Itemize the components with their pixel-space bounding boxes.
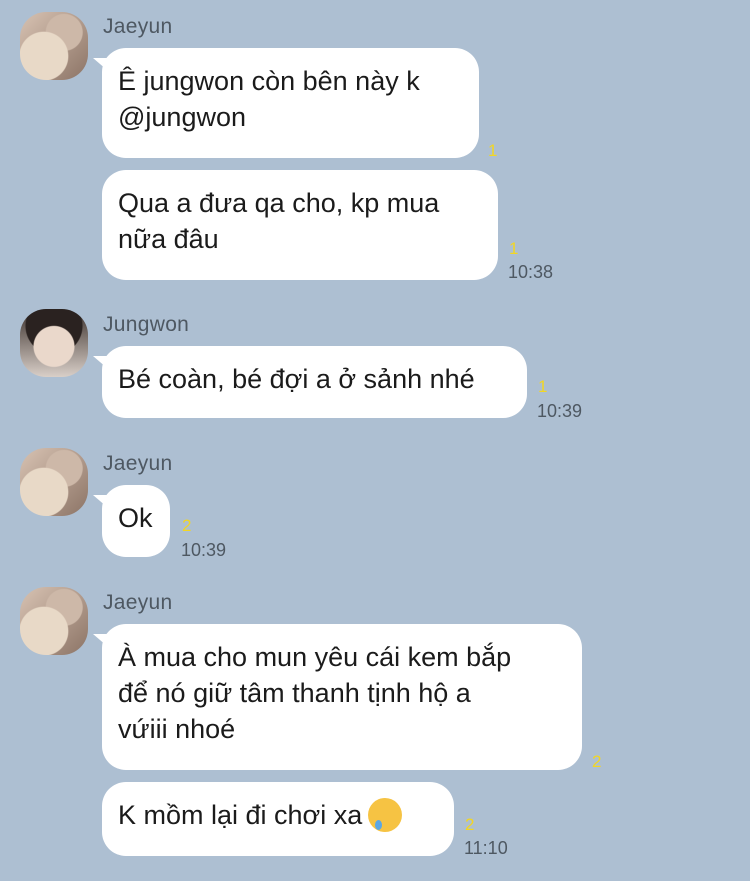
read-count: 1 — [488, 141, 498, 160]
message-bubble[interactable]: K mồm lại đi chơi xa — [102, 782, 454, 856]
message-line: Ê jungwon còn bên này k — [118, 66, 420, 96]
read-count: 2 — [182, 516, 192, 535]
read-count: 2 — [465, 815, 475, 834]
timestamp: 10:39 — [537, 401, 583, 421]
message-line: vứiii nhoé — [118, 714, 236, 744]
sender-name: Jaeyun — [103, 591, 173, 614]
timestamp: 11:10 — [464, 838, 508, 858]
avatar[interactable] — [20, 448, 88, 516]
message-line: Bé coàn, bé đợi a ở sảnh nhé — [118, 364, 475, 394]
read-count: 1 — [538, 377, 548, 396]
avatar[interactable] — [20, 309, 88, 377]
sender-name: Jaeyun — [103, 15, 173, 38]
avatar[interactable] — [20, 12, 88, 80]
read-count: 1 — [509, 239, 519, 258]
timestamp: 10:38 — [508, 262, 554, 282]
message-bubble[interactable]: Bé coàn, bé đợi a ở sảnh nhé — [93, 346, 527, 418]
message-bubble[interactable]: À mua cho mun yêu cái kem bắp để nó giữ … — [93, 624, 582, 770]
message-line: À mua cho mun yêu cái kem bắp — [118, 642, 512, 672]
message-line: nữa đâu — [118, 224, 219, 254]
message-bubble[interactable]: Ê jungwon còn bên này k @jungwon — [93, 48, 479, 158]
read-count: 2 — [592, 752, 602, 771]
sender-name: Jaeyun — [103, 452, 173, 475]
timestamp: 10:39 — [181, 540, 227, 560]
message-bubble[interactable]: Qua a đưa qa cho, kp mua nữa đâu — [102, 170, 498, 280]
message-line: Ok — [118, 503, 153, 533]
message-line: @jungwon — [118, 102, 246, 132]
message-bubble[interactable]: Ok — [93, 485, 170, 557]
message-line: để nó giữ tâm thanh tịnh hộ a — [118, 678, 471, 708]
sender-name: Jungwon — [103, 313, 190, 336]
message-line: K mồm lại đi chơi xa — [118, 800, 363, 830]
crying-face-emoji-icon — [368, 797, 403, 832]
message-line: Qua a đưa qa cho, kp mua — [118, 188, 440, 218]
avatar[interactable] — [20, 587, 88, 655]
